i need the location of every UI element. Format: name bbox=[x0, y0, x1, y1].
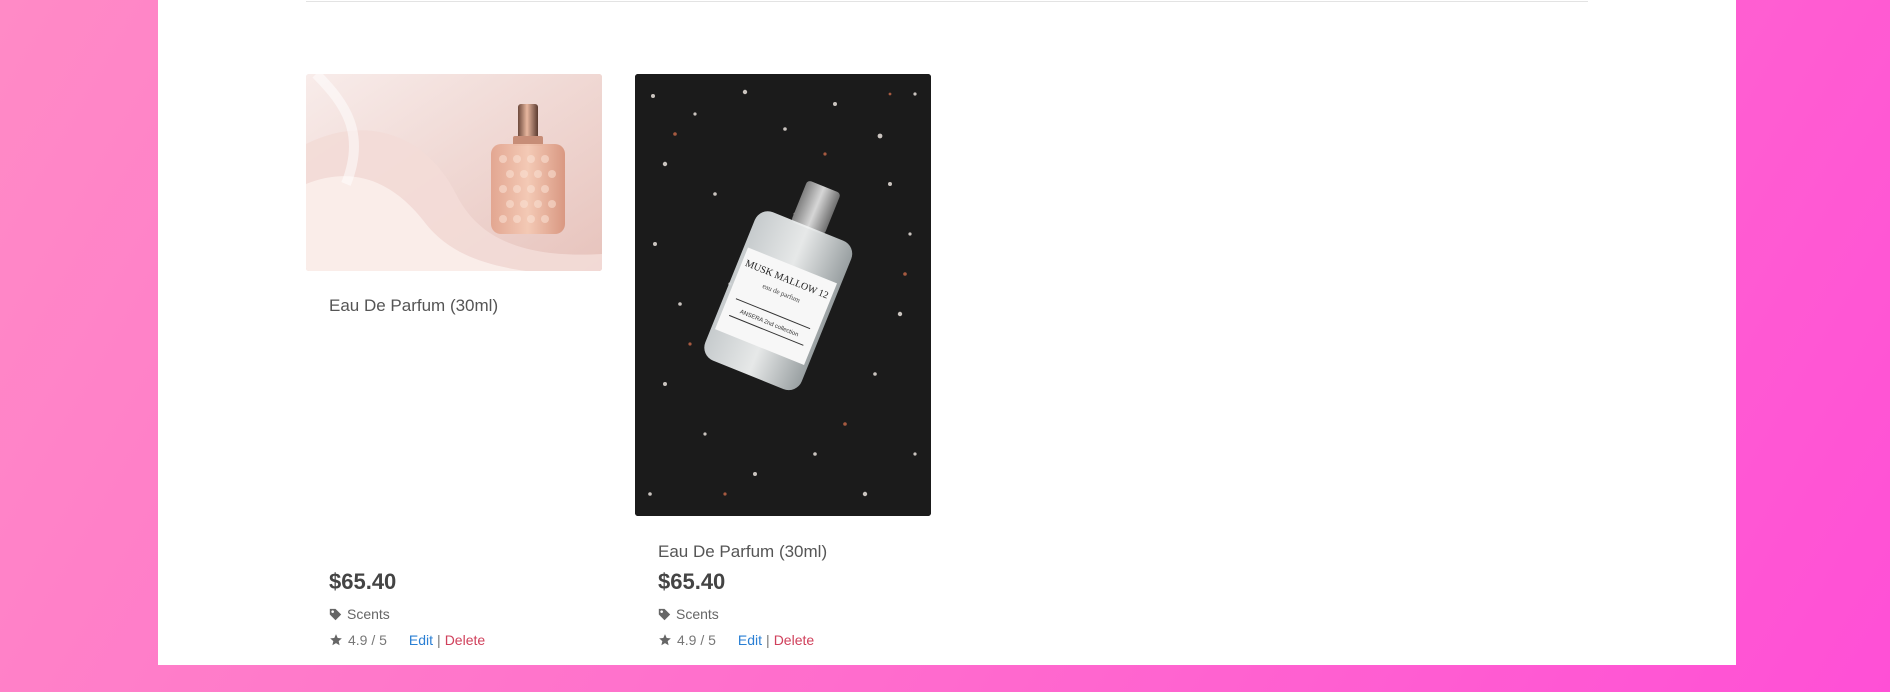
delete-link[interactable]: Delete bbox=[445, 632, 485, 648]
product-title[interactable]: Eau De Parfum (30ml) bbox=[658, 542, 827, 562]
edit-link[interactable]: Edit bbox=[738, 632, 762, 648]
product-image[interactable] bbox=[306, 74, 602, 271]
section-divider bbox=[306, 1, 1588, 2]
category-label: Scents bbox=[347, 606, 390, 622]
product-image[interactable]: MUSK MALLOW 12 eau de parfum ANSERA 2nd … bbox=[635, 74, 931, 516]
product-price: $65.40 bbox=[658, 569, 726, 594]
product-card: MUSK MALLOW 12 eau de parfum ANSERA 2nd … bbox=[635, 74, 931, 665]
product-rating: 4.9 / 5 bbox=[329, 632, 387, 648]
product-category: Scents bbox=[658, 606, 719, 622]
content-panel: Eau De Parfum (30ml) $65.40 Scents 4.9 /… bbox=[158, 0, 1736, 665]
delete-link[interactable]: Delete bbox=[774, 632, 814, 648]
product-price: $65.40 bbox=[329, 569, 397, 594]
link-separator: | bbox=[766, 632, 770, 648]
tag-icon bbox=[658, 608, 671, 621]
tag-icon bbox=[329, 608, 342, 621]
product-rating: 4.9 / 5 bbox=[658, 632, 716, 648]
product-meta: 4.9 / 5 Edit | Delete bbox=[658, 632, 814, 648]
category-label: Scents bbox=[676, 606, 719, 622]
product-title[interactable]: Eau De Parfum (30ml) bbox=[329, 296, 498, 316]
product-card: Eau De Parfum (30ml) $65.40 Scents 4.9 /… bbox=[306, 74, 602, 665]
edit-link[interactable]: Edit bbox=[409, 632, 433, 648]
rating-value: 4.9 / 5 bbox=[677, 632, 716, 648]
star-icon bbox=[329, 633, 343, 647]
star-icon bbox=[658, 633, 672, 647]
link-separator: | bbox=[437, 632, 441, 648]
rating-value: 4.9 / 5 bbox=[348, 632, 387, 648]
product-meta: 4.9 / 5 Edit | Delete bbox=[329, 632, 485, 648]
product-category: Scents bbox=[329, 606, 390, 622]
